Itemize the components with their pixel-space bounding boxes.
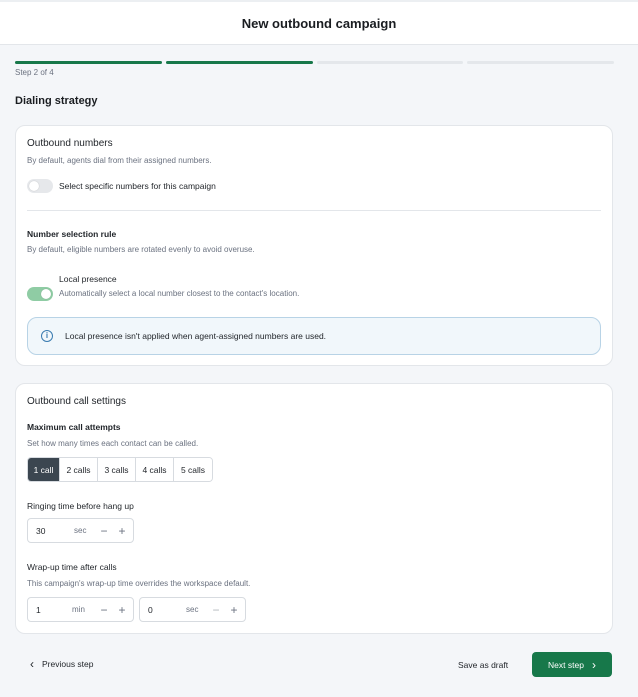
ringing-time-unit: sec — [74, 526, 87, 535]
toggle-knob — [29, 181, 39, 191]
select-specific-numbers-label: Select specific numbers for this campaig… — [59, 181, 216, 191]
attempt-option-3[interactable]: 3 calls — [98, 458, 136, 481]
wrapup-seconds-unit: sec — [186, 605, 199, 614]
wrapup-seconds-stepper: 0 sec − + — [139, 597, 246, 622]
attempt-option-5[interactable]: 5 calls — [174, 458, 212, 481]
call-settings-title: Outbound call settings — [27, 396, 126, 407]
next-step-label: Next step — [548, 659, 584, 670]
attempt-option-1[interactable]: 1 call — [28, 458, 60, 481]
info-banner-text: Local presence isn't applied when agent-… — [65, 331, 327, 341]
ringing-time-value[interactable]: 30 — [36, 526, 74, 536]
local-presence-description: Automatically select a local number clos… — [59, 289, 300, 298]
wrapup-seconds-decrement-button[interactable]: − — [210, 604, 222, 616]
local-presence-info-banner: i Local presence isn't applied when agen… — [27, 317, 601, 355]
previous-step-button[interactable]: ‹ Previous step — [30, 658, 94, 670]
info-icon: i — [41, 330, 53, 342]
next-step-button[interactable]: Next step › — [532, 652, 612, 677]
step-label: Step 2 of 4 — [15, 68, 54, 77]
step-progress-bar — [15, 61, 614, 64]
number-selection-title: Number selection rule — [27, 229, 117, 239]
dialog-header: New outbound campaign — [0, 0, 638, 45]
progress-segment-3 — [316, 61, 464, 64]
local-presence-toggle[interactable] — [27, 287, 53, 301]
wrapup-time-title: Wrap-up time after calls — [27, 562, 117, 572]
toggle-knob — [41, 289, 51, 299]
ringing-time-increment-button[interactable]: + — [116, 525, 128, 537]
attempt-option-4[interactable]: 4 calls — [136, 458, 174, 481]
wrapup-time-description: This campaign's wrap-up time overrides t… — [27, 579, 251, 588]
max-attempts-title: Maximum call attempts — [27, 422, 121, 432]
max-attempts-description: Set how many times each contact can be c… — [27, 439, 199, 448]
chevron-right-icon: › — [591, 657, 596, 672]
number-selection-description: By default, eligible numbers are rotated… — [27, 245, 255, 254]
divider — [27, 210, 601, 211]
chevron-left-icon: ‹ — [30, 657, 34, 671]
wrapup-minutes-stepper: 1 min − + — [27, 597, 134, 622]
progress-segment-1 — [15, 61, 162, 64]
progress-segment-2 — [165, 61, 313, 64]
outbound-numbers-description: By default, agents dial from their assig… — [27, 156, 212, 165]
outbound-numbers-card: Outbound numbers By default, agents dial… — [15, 125, 613, 366]
save-as-draft-button[interactable]: Save as draft — [458, 660, 508, 670]
progress-segment-4 — [467, 61, 614, 64]
ringing-time-stepper: 30 sec − + — [27, 518, 134, 543]
wrapup-minutes-value[interactable]: 1 — [36, 605, 72, 615]
wrapup-minutes-decrement-button[interactable]: − — [98, 604, 110, 616]
previous-step-label: Previous step — [42, 659, 94, 669]
wrapup-minutes-unit: min — [72, 605, 85, 614]
select-specific-numbers-toggle[interactable] — [27, 179, 53, 193]
page-title: New outbound campaign — [241, 15, 397, 31]
ringing-time-decrement-button[interactable]: − — [98, 525, 110, 537]
wrapup-minutes-increment-button[interactable]: + — [116, 604, 128, 616]
section-title: Dialing strategy — [15, 95, 98, 107]
attempt-option-2[interactable]: 2 calls — [60, 458, 98, 481]
outbound-call-settings-card: Outbound call settings Maximum call atte… — [15, 383, 613, 634]
outbound-numbers-title: Outbound numbers — [27, 138, 113, 149]
ringing-time-title: Ringing time before hang up — [27, 501, 134, 511]
wrapup-seconds-value[interactable]: 0 — [148, 605, 186, 615]
wrapup-seconds-increment-button[interactable]: + — [228, 604, 240, 616]
local-presence-label: Local presence — [59, 274, 117, 284]
max-attempts-selector: 1 call 2 calls 3 calls 4 calls 5 calls — [27, 457, 213, 482]
